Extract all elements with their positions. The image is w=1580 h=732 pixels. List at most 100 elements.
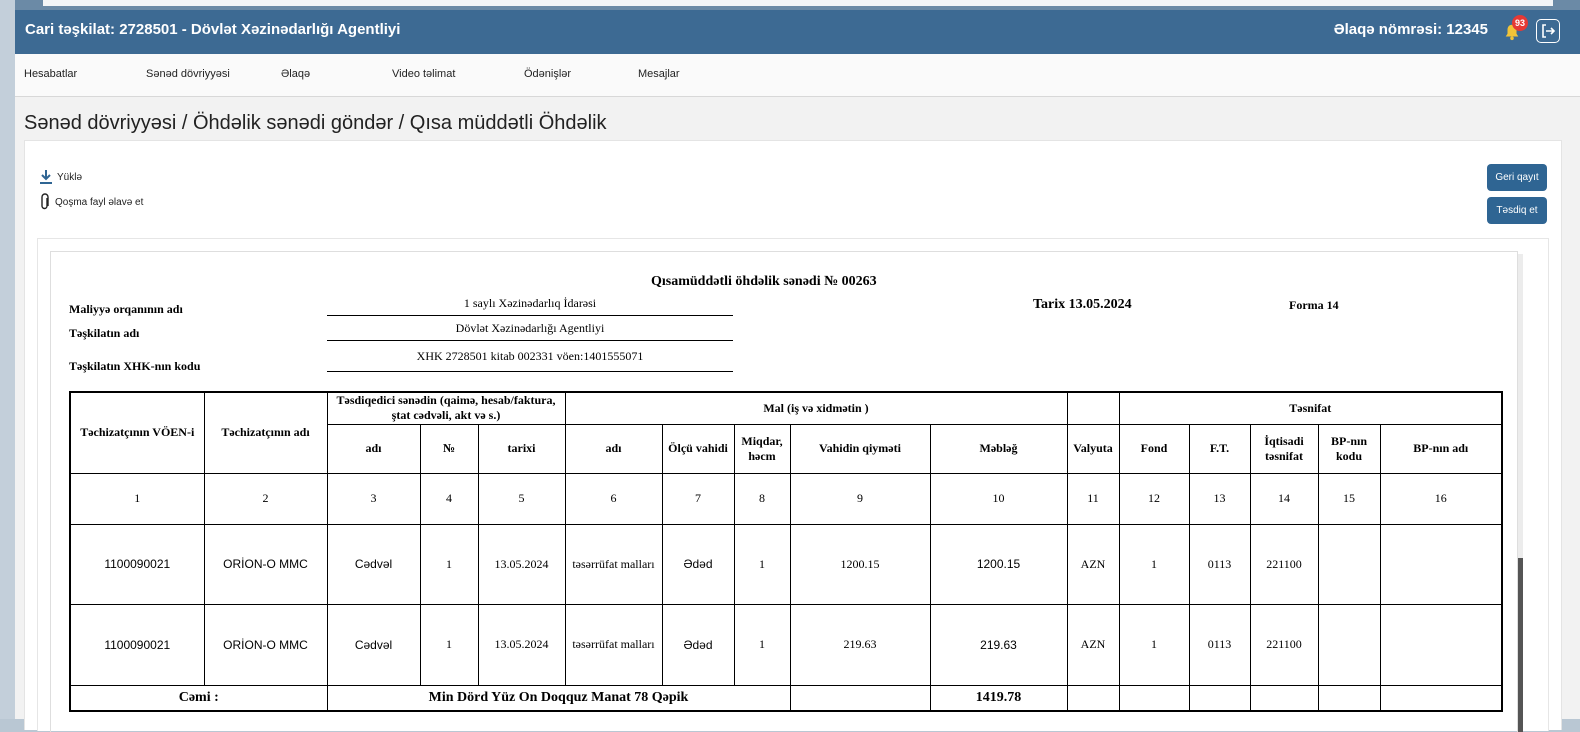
header-bp-code: BP-nın kodu	[1317, 423, 1381, 474]
current-organization-title: Cari təşkilat: 2728501 - Dövlət Xəzinəda…	[25, 21, 401, 38]
col-number: 1	[69, 472, 205, 525]
nav-mesajlar[interactable]: Mesajlar	[638, 68, 680, 80]
header-classification: Təsnifat	[1118, 391, 1503, 425]
col-number: 11	[1066, 472, 1120, 525]
table-row: 1100090021 ORİON-O MMC Cədvəl 1 13.05.20…	[69, 603, 1503, 686]
top-frame	[15, 0, 1580, 10]
cell-voen: 1100090021	[69, 603, 205, 686]
cell-doc-date: 13.05.2024	[477, 603, 566, 686]
confirm-button[interactable]: Təsdiq et	[1487, 197, 1547, 224]
total-row: Cəmi : Min Dörd Yüz On Doqquz Manat 78 Q…	[69, 684, 1503, 712]
cell-bp-name	[1379, 523, 1503, 605]
total-amount: 1419.78	[929, 684, 1068, 712]
col-number: 12	[1118, 472, 1190, 525]
col-number: 9	[789, 472, 931, 525]
col-number: 6	[564, 472, 663, 525]
nav-hesabatlar[interactable]: Hesabatlar	[24, 68, 77, 80]
header-doc-name: adı	[326, 423, 421, 474]
header-doc-no: №	[419, 423, 479, 474]
header-voen: Təchizatçının VÖEN-i	[69, 391, 205, 474]
header-supplier: Təchizatçının adı	[203, 391, 328, 474]
col-number: 13	[1188, 472, 1251, 525]
cell-doc-name: Cədvəl	[326, 603, 421, 686]
cell-ft: 0113	[1188, 523, 1251, 605]
nav-sened-dovriyyesi[interactable]: Sənəd dövriyyəsi	[146, 68, 230, 80]
fin-org-label: Maliyyə orqanının adı	[69, 302, 183, 316]
header-unit-price: Vahidin qiyməti	[789, 423, 931, 474]
document-viewer: Qısamüddətli öhdəlik sənədi № 00263 Tari…	[37, 238, 1549, 732]
col-number: 8	[733, 472, 791, 525]
header-doc-date: tarixi	[477, 423, 566, 474]
attach-file-link[interactable]: Qoşma fayl əlavə et	[39, 193, 143, 211]
nav-video-telimat[interactable]: Video təlimat	[392, 68, 455, 80]
cell-unit-price: 219.63	[789, 603, 931, 686]
total-label: Cəmi :	[69, 684, 328, 712]
cell-goods-name: təsərrüfat malları	[564, 523, 663, 605]
logout-icon	[1542, 24, 1556, 38]
download-link[interactable]: Yüklə	[39, 169, 82, 185]
cell-currency: AZN	[1066, 603, 1120, 686]
nav-odenisler[interactable]: Ödənişlər	[524, 68, 571, 80]
header-goods-name: adı	[564, 423, 663, 474]
document-page: Qısamüddətli öhdəlik sənədi № 00263 Tari…	[50, 251, 1523, 732]
header-unit: Ölçü vahidi	[661, 423, 735, 474]
cell-amount: 219.63	[929, 603, 1068, 686]
cell-bp-code	[1317, 603, 1381, 686]
cell-currency: AZN	[1066, 523, 1120, 605]
col-number: 10	[929, 472, 1068, 525]
header-ft: F.T.	[1188, 423, 1251, 474]
logout-button[interactable]	[1536, 19, 1560, 43]
col-number: 7	[661, 472, 735, 525]
cell-fond: 1	[1118, 523, 1190, 605]
col-number: 14	[1249, 472, 1319, 525]
form-number: Forma 14	[1289, 298, 1339, 312]
cell-supplier: ORİON-O MMC	[203, 603, 328, 686]
cell-doc-no: 1	[419, 603, 479, 686]
header-amount: Məbləğ	[929, 423, 1068, 474]
col-number: 5	[477, 472, 566, 525]
app-window: Cari təşkilat: 2728501 - Dövlət Xəzinəda…	[15, 10, 1580, 732]
attach-label: Qoşma fayl əlavə et	[55, 196, 144, 208]
col-number: 16	[1379, 472, 1503, 525]
back-button[interactable]: Geri qayıt	[1487, 164, 1547, 191]
contact-phone: Əlaqə nömrəsi: 12345	[1333, 21, 1488, 38]
header-economic-class: İqtisadi təsnifat	[1249, 423, 1319, 474]
header-bp-name: BP-nın adı	[1379, 423, 1503, 474]
cell-fond: 1	[1118, 603, 1190, 686]
cell-doc-name: Cədvəl	[326, 523, 421, 605]
cell-quantity: 1	[733, 523, 791, 605]
breadcrumb: Sənəd dövriyyəsi / Öhdəlik sənədi göndər…	[24, 112, 607, 134]
scrollbar-thumb[interactable]	[1518, 558, 1523, 732]
download-label: Yüklə	[57, 171, 83, 183]
main-nav: Hesabatlar Sənəd dövriyyəsi Əlaqə Video …	[15, 54, 1580, 97]
cell-economic-class: 221100	[1249, 603, 1319, 686]
org-label: Təşkilatın adı	[69, 326, 140, 340]
code-value: XHK 2728501 kitab 002331 vöen:1401555071	[327, 349, 733, 372]
cell-bp-code	[1317, 523, 1381, 605]
cell-supplier: ORİON-O MMC	[203, 523, 328, 605]
col-number: 2	[203, 472, 328, 525]
document-panel: Yüklə Qoşma fayl əlavə et Geri qayıt Təs…	[24, 140, 1562, 732]
cell-goods-name: təsərrüfat malları	[564, 603, 663, 686]
col-number: 4	[419, 472, 479, 525]
notification-badge: 93	[1512, 15, 1528, 31]
header-quantity: Miqdar, həcm	[733, 423, 791, 474]
document-date: Tarix 13.05.2024	[1033, 297, 1132, 312]
table-row: 1100090021 ORİON-O MMC Cədvəl 1 13.05.20…	[69, 523, 1503, 605]
obligation-table: Təchizatçının VÖEN-i Təchizatçının adı T…	[69, 391, 1504, 712]
cell-doc-no: 1	[419, 523, 479, 605]
header-fond: Fond	[1118, 423, 1190, 474]
cell-unit: Ədəd	[661, 523, 735, 605]
header-currency: Valyuta	[1066, 423, 1120, 474]
cell-doc-date: 13.05.2024	[477, 523, 566, 605]
fin-org-value: 1 saylı Xəzinədarlıq İdarəsi	[327, 296, 733, 316]
org-value: Dövlət Xəzinədarlığı Agentliyi	[327, 321, 733, 341]
download-icon	[40, 170, 52, 184]
cell-unit-price: 1200.15	[789, 523, 931, 605]
col-number: 3	[326, 472, 421, 525]
cell-amount: 1200.15	[929, 523, 1068, 605]
nav-elaqe[interactable]: Əlaqə	[281, 68, 310, 80]
col-number: 15	[1317, 472, 1381, 525]
column-number-row: 1 2 3 4 5 6 7 8 9 10 11 12 13 14 15 16	[69, 472, 1503, 525]
cell-ft: 0113	[1188, 603, 1251, 686]
